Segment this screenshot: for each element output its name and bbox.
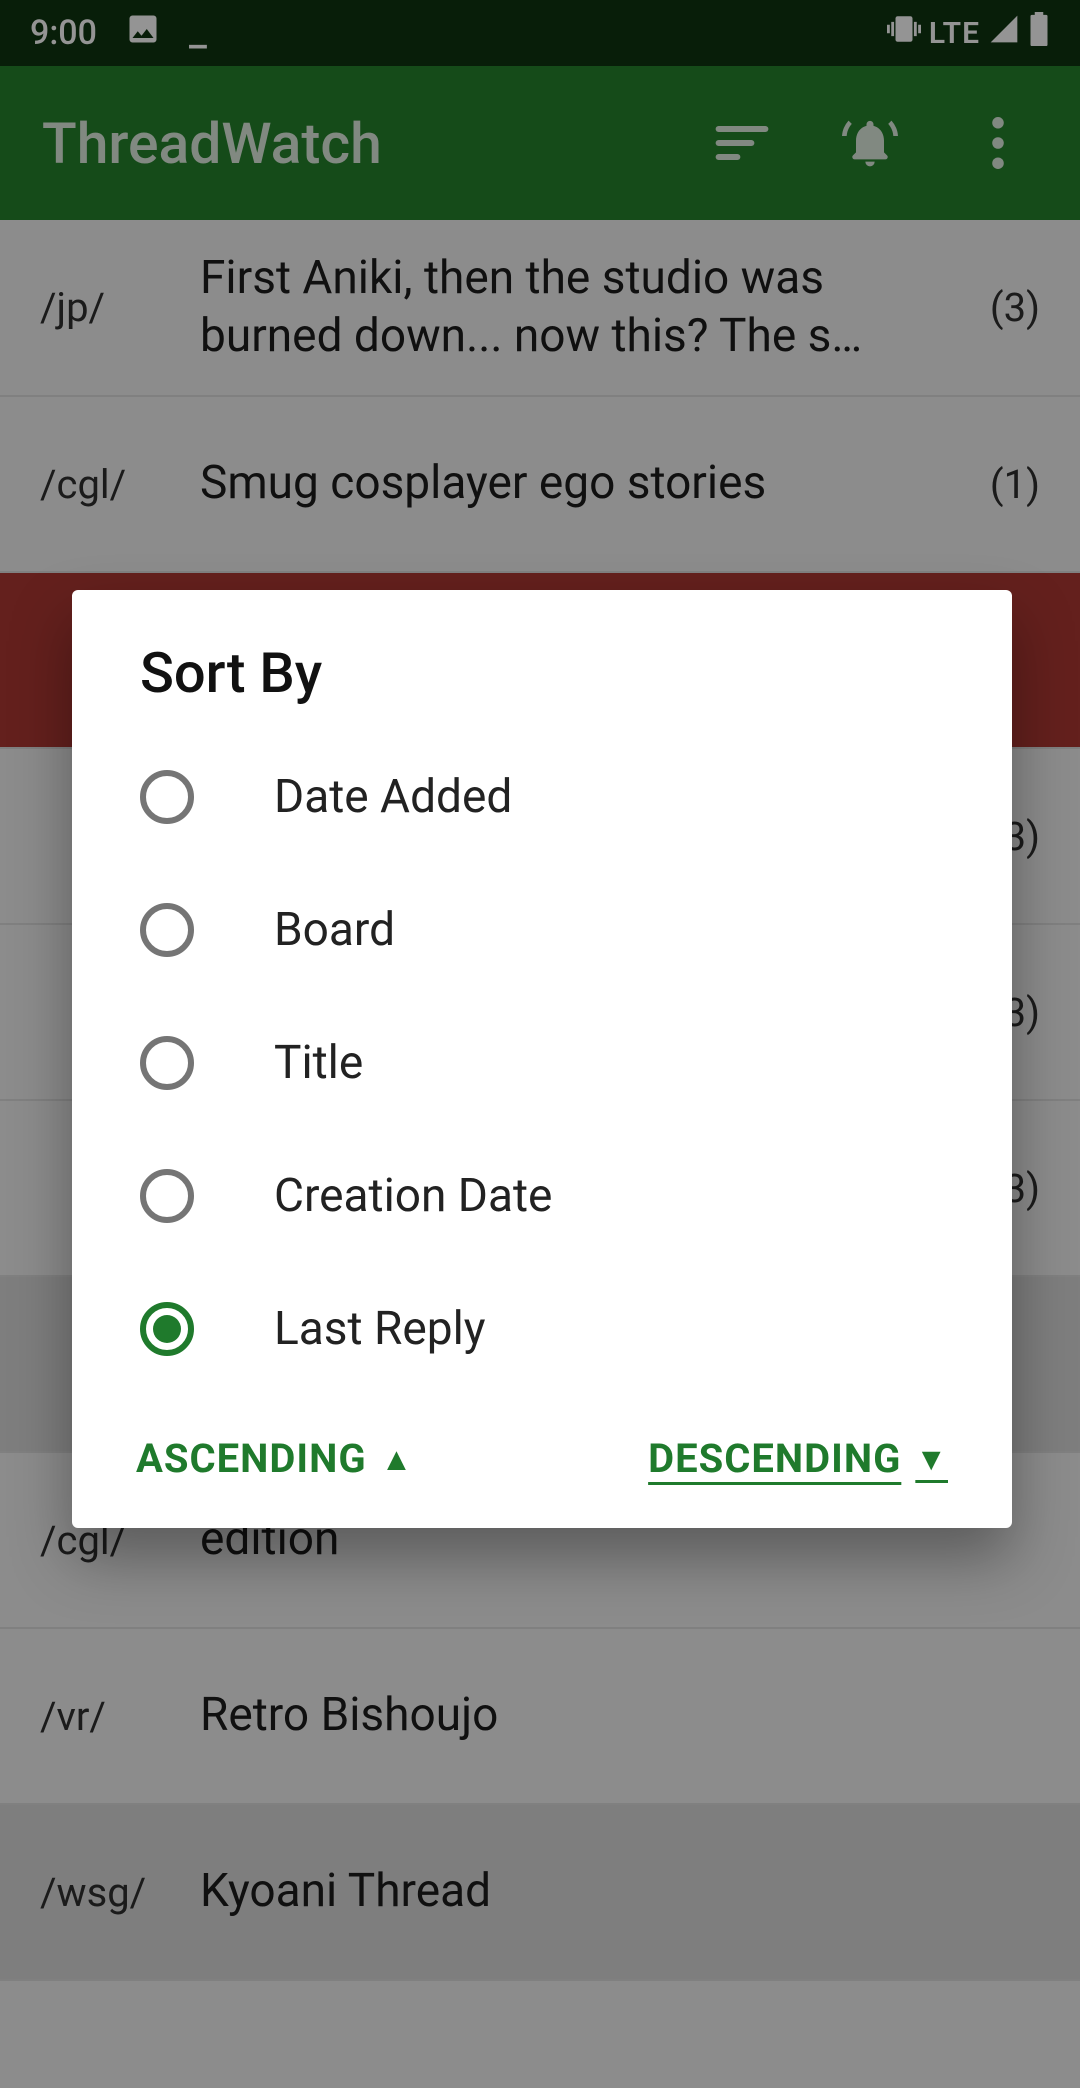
sort-option[interactable]: Board xyxy=(72,863,1012,996)
dialog-title: Sort By xyxy=(72,640,1012,730)
dialog-actions: ASCENDING ▲ DESCENDING ▼ xyxy=(72,1395,1012,1504)
radio-icon xyxy=(140,1169,194,1223)
sort-option-label: Date Added xyxy=(274,770,512,824)
sort-option[interactable]: Creation Date xyxy=(72,1129,1012,1262)
ascending-arrow-icon: ▲ xyxy=(381,1440,414,1478)
sort-option-label: Title xyxy=(274,1036,363,1090)
sort-option-label: Last Reply xyxy=(274,1302,486,1356)
radio-icon xyxy=(140,903,194,957)
radio-icon xyxy=(140,1302,194,1356)
sort-option-label: Creation Date xyxy=(274,1169,552,1223)
sort-option[interactable]: Title xyxy=(72,996,1012,1129)
descending-arrow-icon: ▼ xyxy=(915,1440,948,1478)
descending-label: DESCENDING xyxy=(648,1435,901,1482)
sort-options: Date Added Board Title Creation Date Last Re… xyxy=(72,730,1012,1395)
descending-button[interactable]: DESCENDING ▼ xyxy=(648,1435,948,1482)
sort-dialog: Sort By Date Added Board Title Creation Dat… xyxy=(72,590,1012,1528)
ascending-label: ASCENDING xyxy=(136,1435,367,1482)
sort-option[interactable]: Date Added xyxy=(72,730,1012,863)
ascending-button[interactable]: ASCENDING ▲ xyxy=(136,1435,413,1482)
radio-icon xyxy=(140,770,194,824)
radio-icon xyxy=(140,1036,194,1090)
sort-option-label: Board xyxy=(274,903,395,957)
sort-option[interactable]: Last Reply xyxy=(72,1262,1012,1395)
